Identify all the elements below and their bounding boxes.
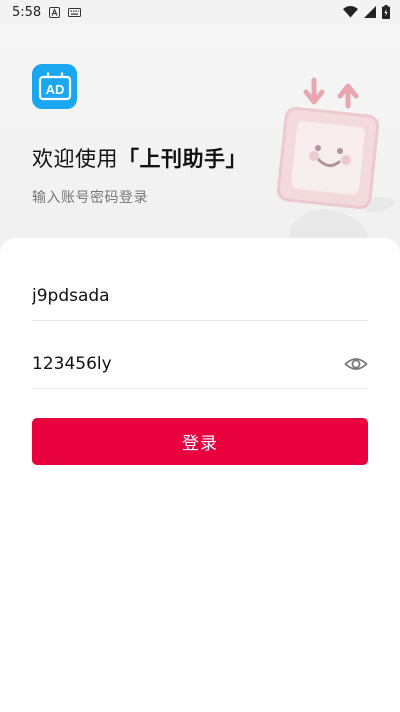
login-subtitle: 输入账号密码登录 — [32, 190, 148, 206]
ad-billboard-icon: AD — [32, 64, 77, 109]
status-time: 5:58 — [12, 4, 42, 20]
username-input[interactable] — [32, 286, 322, 306]
username-field — [32, 272, 368, 321]
page-title: 欢迎使用「上刊助手」 — [32, 143, 247, 173]
welcome-prefix: 欢迎使用 — [32, 147, 118, 171]
login-card: 登录 — [0, 238, 400, 712]
signal-icon — [364, 6, 376, 18]
keyboard-icon — [68, 7, 82, 17]
battery-icon — [382, 5, 390, 19]
password-input[interactable] — [32, 354, 322, 374]
eye-icon[interactable] — [344, 352, 368, 376]
wifi-icon — [343, 6, 358, 18]
app-name: 「上刊助手」 — [118, 147, 247, 171]
status-bar: 5:58 — [0, 0, 400, 24]
a-badge-icon — [49, 6, 61, 18]
mascot-illustration — [276, 77, 396, 242]
status-left: 5:58 — [12, 4, 82, 20]
status-right — [343, 5, 390, 19]
password-field — [32, 340, 368, 389]
logo-text: AD — [45, 82, 64, 97]
login-button[interactable]: 登录 — [32, 418, 368, 465]
